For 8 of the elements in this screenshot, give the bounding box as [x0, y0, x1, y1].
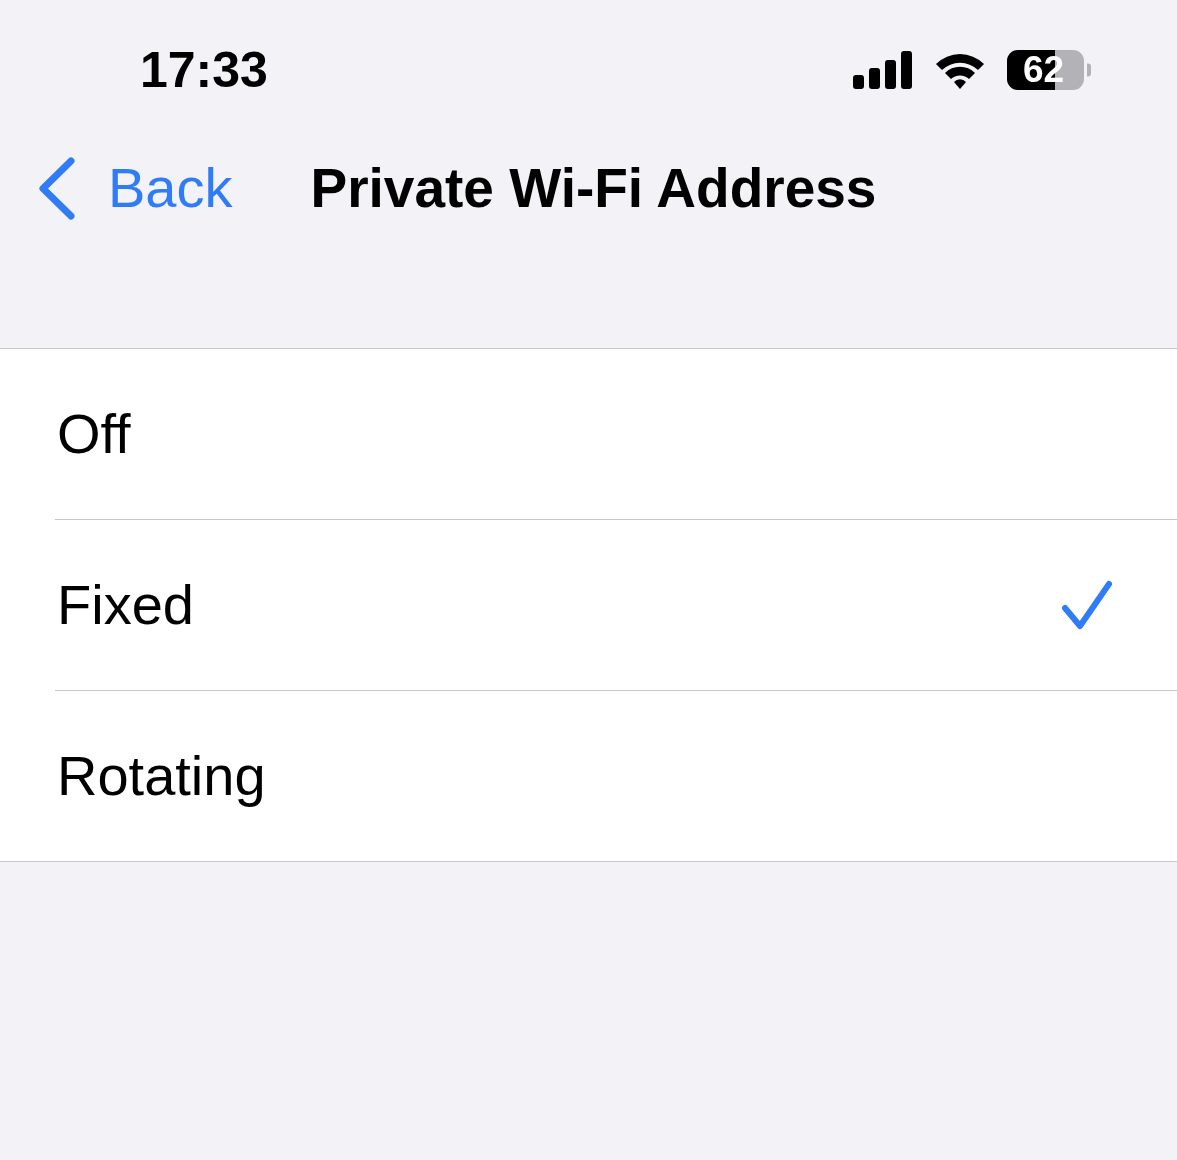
- page-title: Private Wi-Fi Address: [310, 160, 877, 216]
- option-row[interactable]: Rotating: [0, 691, 1177, 861]
- signal-icon: [853, 51, 913, 89]
- option-row[interactable]: Off: [0, 349, 1177, 519]
- back-button[interactable]: Back: [0, 156, 233, 220]
- status-time: 17:33: [140, 45, 268, 95]
- chevron-left-icon: [38, 156, 75, 220]
- option-row[interactable]: Fixed: [0, 520, 1177, 690]
